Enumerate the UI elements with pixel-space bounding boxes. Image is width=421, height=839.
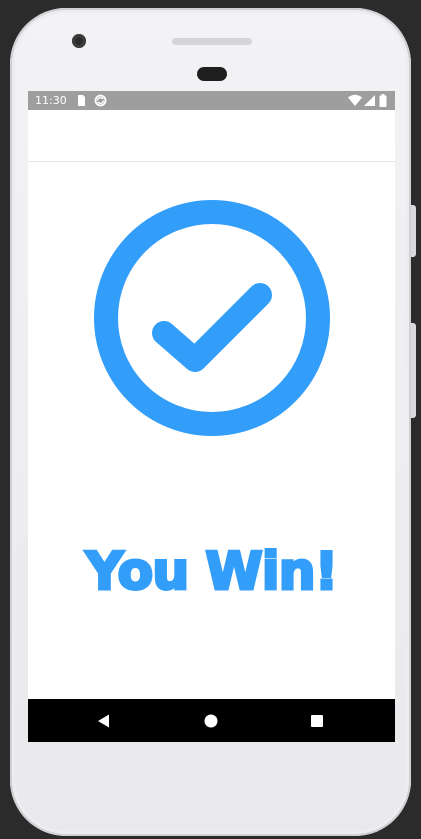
- home-icon[interactable]: [199, 709, 223, 733]
- power-button: [411, 205, 416, 257]
- front-camera: [72, 34, 86, 48]
- app-bar: [28, 110, 395, 162]
- recents-icon[interactable]: [305, 709, 329, 733]
- sim-card-icon: [78, 95, 85, 106]
- earpiece-speaker: [172, 38, 252, 45]
- wifi-icon: [348, 94, 362, 106]
- battery-icon: [379, 94, 387, 107]
- back-icon[interactable]: [92, 709, 116, 733]
- check-circle-icon: [94, 200, 330, 436]
- status-time: 11:30: [35, 94, 67, 107]
- proximity-sensor: [197, 67, 227, 81]
- result-text: You Win!: [84, 541, 340, 604]
- navigation-bar: [28, 699, 395, 742]
- device-screen: 11:30 You Win!: [28, 91, 395, 742]
- volume-button: [411, 323, 416, 418]
- signal-icon: [364, 95, 375, 106]
- sync-icon: [94, 94, 107, 107]
- status-bar: 11:30: [28, 91, 395, 110]
